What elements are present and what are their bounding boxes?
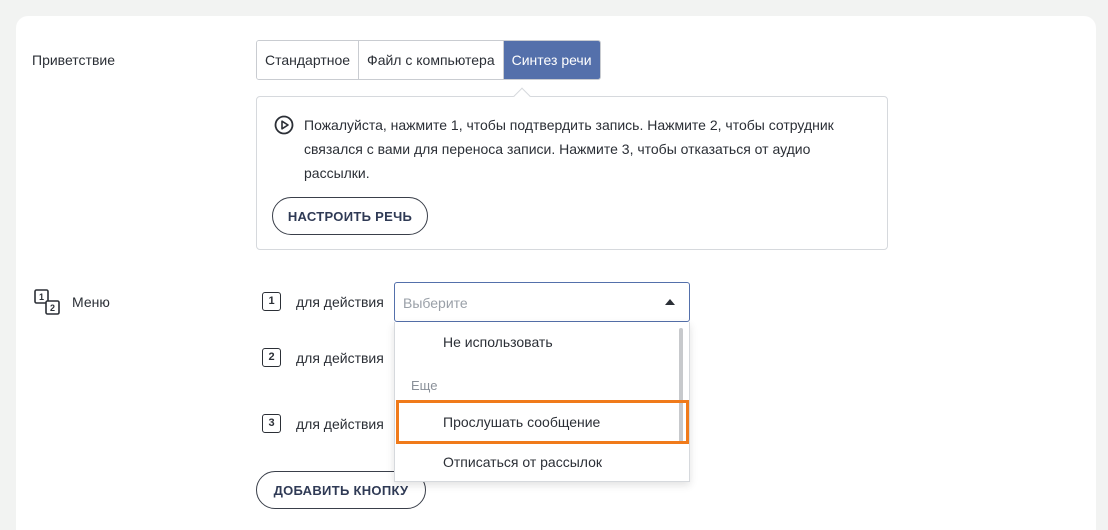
- key-3-badge: 3: [262, 414, 281, 433]
- menu-icon-digit-2: 2: [50, 303, 55, 313]
- key-1-action-label: для действия: [296, 294, 384, 310]
- key-3-action-label: для действия: [296, 416, 384, 432]
- configure-speech-button[interactable]: НАСТРОИТЬ РЕЧЬ: [272, 197, 428, 235]
- select-placeholder: Выберите: [403, 295, 468, 311]
- greeting-label: Приветствие: [32, 52, 115, 68]
- tab-standard[interactable]: Стандартное: [257, 41, 360, 79]
- highlight-box: [396, 400, 689, 444]
- tab-speech-synthesis[interactable]: Синтез речи: [503, 41, 600, 79]
- key-2-badge: 2: [262, 348, 281, 367]
- option-unsubscribe[interactable]: Отписаться от рассылок: [443, 454, 602, 470]
- option-do-not-use[interactable]: Не использовать: [443, 334, 553, 350]
- menu-icon-digit-1: 1: [39, 292, 44, 302]
- play-icon[interactable]: [274, 115, 294, 135]
- key-1-action-select[interactable]: Выберите: [394, 282, 690, 322]
- key-1-badge: 1: [262, 292, 281, 311]
- option-group-more: Еще: [411, 378, 438, 393]
- speech-text: Пожалуйста, нажмите 1, чтобы подтвердить…: [304, 117, 834, 181]
- tab-file-from-computer[interactable]: Файл с компьютера: [359, 41, 504, 79]
- key-2-action-label: для действия: [296, 350, 384, 366]
- caret-up-icon[interactable]: [665, 299, 675, 305]
- ivr-menu-icon: 1 2: [34, 289, 60, 315]
- menu-label: Меню: [72, 294, 110, 310]
- greeting-type-tabs: Стандартное Файл с компьютера Синтез реч…: [256, 40, 601, 80]
